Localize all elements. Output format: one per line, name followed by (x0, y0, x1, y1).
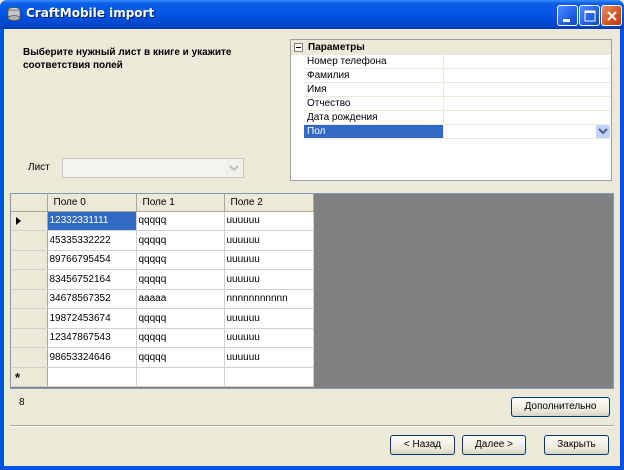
property-row-birthdate[interactable]: Дата рождения (304, 111, 611, 125)
app-icon (6, 6, 22, 22)
table-cell[interactable]: qqqqq (136, 269, 225, 290)
table-cell[interactable]: uuuuuu (224, 347, 314, 368)
next-button[interactable]: Далее > (462, 435, 526, 455)
property-row-firstname[interactable]: Имя (304, 83, 611, 97)
table-cell[interactable]: 34678567352 (47, 289, 137, 309)
chevron-down-icon[interactable] (226, 160, 242, 176)
new-row-icon: * (15, 369, 21, 385)
table-row[interactable]: 12347867543 qqqqq uuuuuu (11, 328, 314, 348)
property-name: Номер телефона (304, 55, 444, 68)
table-cell[interactable]: qqqqq (136, 308, 225, 329)
column-header[interactable]: Поле 1 (136, 194, 225, 212)
table-row[interactable]: 89766795454 qqqqq uuuuuu (11, 250, 314, 270)
row-header[interactable] (11, 328, 48, 348)
table-cell[interactable]: 45335332222 (47, 230, 137, 251)
property-value[interactable] (444, 55, 611, 68)
divider (10, 425, 614, 427)
property-value-dropdown[interactable] (444, 125, 611, 138)
row-header[interactable] (11, 308, 48, 329)
parameters-property-grid: Параметры Номер телефона Фамилия Имя Отч… (290, 39, 612, 181)
table-cell[interactable]: nnnnnnnnnnn (224, 289, 314, 309)
property-row-lastname[interactable]: Фамилия (304, 69, 611, 83)
row-header[interactable] (11, 230, 48, 251)
sheet-combobox[interactable] (62, 158, 244, 178)
table-row[interactable]: 34678567352 aaaaa nnnnnnnnnnn (11, 289, 314, 309)
table-cell[interactable]: uuuuuu (224, 269, 314, 290)
table-cell[interactable]: aaaaa (136, 289, 225, 309)
chevron-down-icon[interactable] (596, 125, 610, 138)
property-name: Дата рождения (304, 111, 444, 124)
table-cell[interactable]: 19872453674 (47, 308, 137, 329)
table-cell[interactable]: qqqqq (136, 230, 225, 251)
column-header[interactable]: Поле 2 (224, 194, 314, 212)
new-row[interactable]: * (11, 367, 314, 387)
table-cell[interactable]: qqqqq (136, 328, 225, 348)
table-cell[interactable]: 98653324646 (47, 347, 137, 368)
table-cell[interactable]: uuuuuu (224, 250, 314, 270)
property-row-patronymic[interactable]: Отчество (304, 97, 611, 111)
current-row-icon (16, 216, 21, 225)
table-cell[interactable]: 89766795454 (47, 250, 137, 270)
property-name: Отчество (304, 97, 444, 110)
table-cell[interactable] (224, 367, 314, 387)
property-name: Пол (304, 125, 444, 138)
close-window-button[interactable] (601, 5, 622, 26)
table-cell[interactable] (47, 367, 137, 387)
back-button[interactable]: < Назад (390, 435, 455, 455)
table-row[interactable]: 45335332222 qqqqq uuuuuu (11, 230, 314, 251)
row-header[interactable] (11, 347, 48, 368)
maximize-icon (584, 10, 596, 22)
table-cell[interactable]: uuuuuu (224, 308, 314, 329)
dialog-window: CraftMobile import Выберите нужный лист … (0, 0, 624, 470)
grid-corner-header[interactable] (11, 194, 48, 212)
table-row[interactable]: 83456752164 qqqqq uuuuuu (11, 269, 314, 290)
table-cell[interactable] (136, 367, 225, 387)
property-value[interactable] (444, 111, 611, 124)
table-cell[interactable]: 12347867543 (47, 328, 137, 348)
window-title: CraftMobile import (26, 6, 155, 20)
row-header[interactable] (11, 211, 48, 231)
property-value[interactable] (444, 69, 611, 82)
column-header[interactable]: Поле 0 (47, 194, 137, 212)
title-bar[interactable]: CraftMobile import (0, 0, 624, 29)
maximize-button[interactable] (579, 5, 600, 26)
property-name: Имя (304, 83, 444, 96)
table-cell[interactable]: qqqqq (136, 211, 225, 231)
property-value[interactable] (444, 83, 611, 96)
close-icon (607, 11, 617, 21)
row-header[interactable] (11, 289, 48, 309)
row-header[interactable] (11, 250, 48, 270)
table-cell[interactable]: uuuuuu (224, 211, 314, 231)
table-row[interactable]: 19872453674 qqqqq uuuuuu (11, 308, 314, 329)
property-value[interactable] (444, 97, 611, 110)
parameters-category[interactable]: Параметры (291, 40, 611, 55)
table-row[interactable]: 98653324646 qqqqq uuuuuu (11, 347, 314, 368)
minimize-button[interactable] (557, 5, 578, 26)
collapse-icon[interactable] (294, 42, 303, 52)
row-count: 8 (19, 397, 25, 408)
property-row-phone[interactable]: Номер телефона (304, 55, 611, 69)
table-cell[interactable]: 83456752164 (47, 269, 137, 290)
row-header[interactable]: * (11, 367, 48, 387)
table-cell[interactable]: qqqqq (136, 250, 225, 270)
dialog-client-area: Выберите нужный лист в книге и укажите с… (4, 29, 620, 466)
table-cell[interactable]: uuuuuu (224, 230, 314, 251)
property-name: Фамилия (304, 69, 444, 82)
table-cell[interactable]: qqqqq (136, 347, 225, 368)
instruction-text: Выберите нужный лист в книге и укажите с… (23, 47, 232, 71)
sheet-label: Лист (28, 162, 50, 173)
table-cell[interactable]: uuuuuu (224, 328, 314, 348)
more-button[interactable]: Дополнительно (511, 397, 610, 417)
data-grid: Поле 0 Поле 1 Поле 2 12332331111 qqqqq u… (10, 193, 614, 389)
close-button[interactable]: Закрыть (544, 435, 609, 455)
minimize-icon (563, 19, 570, 22)
table-row[interactable]: 12332331111 qqqqq uuuuuu (11, 211, 314, 231)
category-label: Параметры (308, 41, 365, 53)
row-header[interactable] (11, 269, 48, 290)
property-row-gender[interactable]: Пол (304, 125, 611, 139)
table-cell[interactable]: 12332331111 (47, 211, 137, 231)
